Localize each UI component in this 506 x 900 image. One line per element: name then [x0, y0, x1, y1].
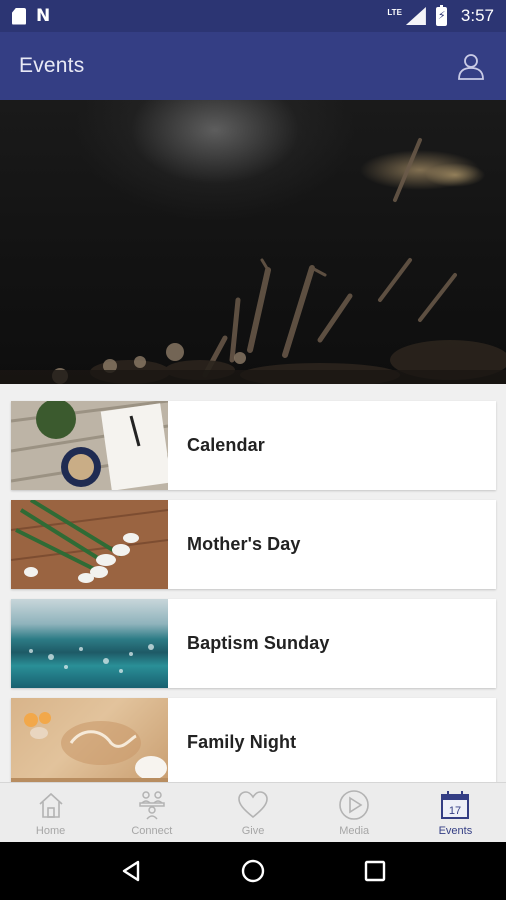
home-system-button[interactable] — [233, 851, 273, 891]
status-left: N — [12, 6, 50, 26]
connect-icon — [139, 791, 165, 820]
recents-square-icon — [364, 860, 386, 882]
sd-card-icon — [12, 7, 26, 25]
play-icon — [339, 790, 370, 820]
calendar-icon: 17 — [441, 791, 470, 819]
nav-label: Give — [241, 825, 265, 837]
calendar-day: 17 — [449, 805, 461, 817]
nav-item-connect[interactable]: Connect — [101, 783, 202, 842]
event-card-mothers-day[interactable]: Mother's Day — [11, 500, 496, 589]
nav-label: Connect — [131, 825, 173, 837]
heart-icon — [238, 791, 268, 819]
profile-button[interactable] — [454, 49, 488, 83]
signal-icon — [405, 7, 426, 25]
event-title: Mother's Day — [187, 534, 301, 554]
recents-button[interactable] — [355, 851, 395, 891]
battery-icon: ⚡ — [435, 4, 447, 26]
status-right: LTE ⚡ 3:57 — [387, 4, 494, 26]
back-triangle-icon — [122, 860, 140, 882]
nav-label: Home — [35, 825, 66, 837]
network-type-label: LTE — [387, 7, 402, 17]
status-bar: N LTE ⚡ 3:57 — [0, 0, 506, 32]
home-icon — [39, 792, 63, 818]
event-title: Baptism Sunday — [187, 633, 330, 653]
user-icon — [458, 54, 484, 80]
event-card-family-night[interactable]: Family Night — [11, 698, 496, 782]
nav-item-events[interactable]: 17 Events — [405, 783, 506, 842]
nav-item-home[interactable]: Home — [0, 783, 101, 842]
bottom-nav: Home Connect Give Media 17 Events — [0, 782, 506, 842]
event-title: Family Night — [187, 732, 297, 752]
event-title: Calendar — [187, 435, 265, 455]
nav-label: Media — [339, 825, 370, 837]
worship-hands-illustration — [0, 138, 506, 384]
hero-image — [0, 100, 506, 384]
back-button[interactable] — [111, 851, 151, 891]
event-card-baptism-sunday[interactable]: Baptism Sunday — [11, 599, 496, 688]
event-thumbnail — [11, 500, 168, 589]
nav-item-give[interactable]: Give — [202, 783, 303, 842]
event-thumbnail — [11, 698, 168, 782]
nav-item-media[interactable]: Media — [304, 783, 405, 842]
event-thumbnail — [11, 599, 168, 688]
event-card-calendar[interactable]: Calendar — [11, 401, 496, 490]
n-notification-icon: N — [36, 6, 51, 26]
home-circle-icon — [241, 859, 265, 883]
app-bar: Events — [0, 32, 506, 100]
page-title: Events — [19, 54, 85, 77]
events-list[interactable]: Calendar Mother's Day Baptism Sunday Fam… — [0, 384, 506, 782]
event-thumbnail — [11, 401, 168, 490]
nav-label: Events — [438, 825, 473, 837]
system-nav-bar — [0, 842, 506, 900]
clock: 3:57 — [460, 6, 494, 25]
